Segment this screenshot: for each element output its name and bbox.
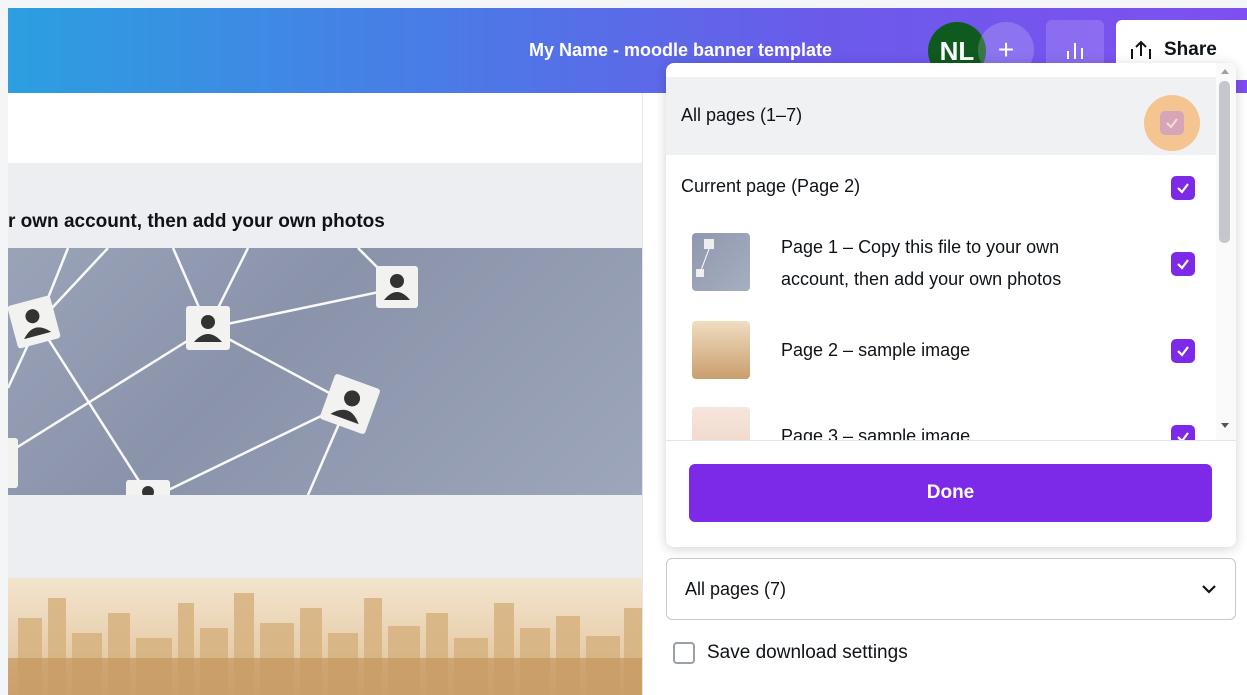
scrollbar-thumb[interactable] — [1219, 81, 1230, 243]
list-scrollbar[interactable] — [1216, 63, 1236, 440]
page-3-thumbnail — [692, 407, 750, 440]
editor-toolbar — [8, 93, 668, 163]
option-page-1[interactable]: Page 1 – Copy this file to your own acco… — [666, 223, 1216, 303]
current-page-checkbox[interactable] — [1171, 176, 1195, 200]
option-all-pages-label: All pages (1–7) — [681, 105, 803, 125]
option-all-pages[interactable]: All pages (1–7) — [666, 77, 1216, 155]
option-page-2-label: Page 2 – sample image — [781, 340, 971, 360]
page-3-checkbox[interactable] — [1171, 425, 1195, 440]
page-2-canvas[interactable] — [8, 578, 644, 695]
option-page-1-label-line2: account, then add your own photos — [781, 269, 1062, 289]
checkmark-icon — [1177, 432, 1189, 440]
bar-chart-icon — [1067, 43, 1083, 59]
done-button[interactable]: Done — [689, 464, 1212, 522]
share-button-label: Share — [1164, 39, 1217, 60]
share-upload-icon — [1131, 40, 1151, 59]
scroll-down-arrow-icon[interactable] — [1221, 423, 1229, 428]
page-2-checkbox[interactable] — [1171, 339, 1195, 363]
option-page-2[interactable]: Page 2 – sample image — [666, 315, 1216, 387]
chevron-down-icon — [1202, 585, 1216, 594]
city-skyline-illustration — [8, 593, 644, 695]
select-pages-value: All pages (7) — [685, 578, 787, 599]
option-current-page-label: Current page (Page 2) — [681, 176, 861, 196]
option-page-1-label-line1: Page 1 – Copy this file to your own — [781, 237, 1060, 257]
option-current-page[interactable]: Current page (Page 2) — [666, 163, 1216, 213]
page-1-thumbnail — [692, 233, 750, 291]
checkmark-icon — [1177, 183, 1189, 194]
option-page-3-label: Page 3 – sample image — [781, 426, 971, 440]
page-selection-popover: All pages (1–7) Current page (Page 2) Pa… — [666, 63, 1236, 547]
checkmark-icon — [1177, 346, 1189, 357]
save-settings-checkbox[interactable] — [673, 642, 695, 664]
page-1-canvas[interactable] — [8, 248, 644, 495]
document-title[interactable]: My Name - moodle banner template — [529, 40, 832, 61]
page-2-thumbnail — [692, 321, 750, 379]
all-pages-checkbox[interactable] — [1160, 111, 1184, 135]
select-pages-dropdown[interactable]: All pages (7) — [666, 558, 1236, 620]
popover-divider — [666, 440, 1236, 441]
scroll-up-arrow-icon[interactable] — [1221, 69, 1229, 74]
save-settings-label: Save download settings — [707, 642, 908, 663]
page-1-title[interactable]: r own account, then add your own photos — [8, 211, 385, 233]
checkmark-icon — [1166, 118, 1178, 129]
option-page-3[interactable]: Page 3 – sample image — [666, 401, 1216, 440]
canva-download-screen: My Name - moodle banner template NL + Sh… — [0, 0, 1247, 695]
network-illustration — [8, 248, 418, 495]
plus-icon: + — [997, 34, 1015, 65]
page-selection-list: All pages (1–7) Current page (Page 2) Pa… — [666, 63, 1216, 440]
page-1-checkbox[interactable] — [1171, 252, 1195, 276]
checkmark-icon — [1177, 259, 1189, 270]
save-download-settings-row[interactable]: Save download settings — [673, 642, 908, 664]
user-cube-icons — [8, 266, 418, 495]
